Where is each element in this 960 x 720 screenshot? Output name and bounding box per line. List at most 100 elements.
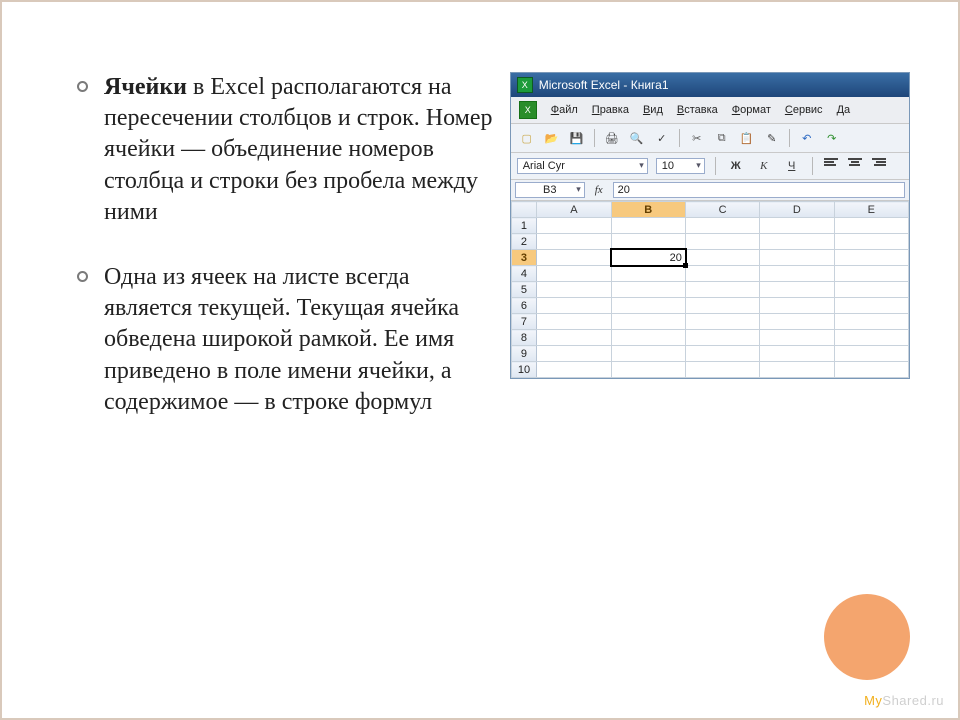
cell[interactable]: [760, 298, 834, 314]
cell[interactable]: [685, 218, 759, 234]
paste-icon[interactable]: 📋: [737, 128, 757, 148]
cell[interactable]: [834, 314, 908, 330]
cell[interactable]: [611, 362, 685, 378]
cell[interactable]: [760, 234, 834, 250]
formula-input[interactable]: 20: [613, 182, 905, 198]
fill-handle[interactable]: [683, 263, 688, 268]
copy-icon[interactable]: ⧉: [712, 128, 732, 148]
format-painter-icon[interactable]: ✎: [762, 128, 782, 148]
cell[interactable]: [537, 330, 611, 346]
excel-grid[interactable]: A B C D E 1 2 3 20: [511, 201, 909, 378]
col-header-E[interactable]: E: [834, 202, 908, 218]
cell[interactable]: [685, 266, 759, 282]
cell[interactable]: [611, 346, 685, 362]
cell[interactable]: [834, 218, 908, 234]
menu-file[interactable]: Файл: [551, 104, 578, 116]
align-left-icon[interactable]: [823, 156, 839, 176]
font-name-combo[interactable]: Arial Cyr: [517, 158, 648, 174]
cell[interactable]: [834, 330, 908, 346]
name-box[interactable]: B3: [515, 182, 585, 198]
spellcheck-icon[interactable]: ✓: [652, 128, 672, 148]
cell[interactable]: [611, 282, 685, 298]
cell[interactable]: [760, 314, 834, 330]
cell[interactable]: [611, 218, 685, 234]
cell[interactable]: [685, 346, 759, 362]
cell[interactable]: [760, 362, 834, 378]
cell[interactable]: [537, 282, 611, 298]
cell[interactable]: [760, 346, 834, 362]
cell[interactable]: [537, 234, 611, 250]
menu-insert[interactable]: Вставка: [677, 104, 718, 116]
cell[interactable]: [834, 346, 908, 362]
cell[interactable]: [685, 282, 759, 298]
cell[interactable]: [537, 250, 611, 266]
cell[interactable]: [611, 330, 685, 346]
row-header-5[interactable]: 5: [511, 282, 536, 298]
menu-format[interactable]: Формат: [732, 104, 771, 116]
cell[interactable]: [685, 330, 759, 346]
cell[interactable]: [760, 330, 834, 346]
row-header-7[interactable]: 7: [511, 314, 536, 330]
col-header-C[interactable]: C: [685, 202, 759, 218]
cell[interactable]: [834, 362, 908, 378]
open-file-icon[interactable]: 📂: [542, 128, 562, 148]
undo-icon[interactable]: ↶: [797, 128, 817, 148]
cell[interactable]: [685, 298, 759, 314]
cell[interactable]: [834, 234, 908, 250]
select-all-cell[interactable]: [511, 202, 536, 218]
fx-icon[interactable]: fx: [589, 184, 609, 196]
italic-icon[interactable]: К: [754, 156, 774, 176]
cell[interactable]: [834, 282, 908, 298]
cell[interactable]: [537, 346, 611, 362]
menu-edit[interactable]: Правка: [592, 104, 629, 116]
cell[interactable]: [760, 250, 834, 266]
new-file-icon[interactable]: ▢: [517, 128, 537, 148]
row-header-1[interactable]: 1: [511, 218, 536, 234]
cell[interactable]: [834, 266, 908, 282]
cut-icon[interactable]: ✂: [687, 128, 707, 148]
cell[interactable]: [685, 362, 759, 378]
align-right-icon[interactable]: [871, 156, 887, 176]
row-header-10[interactable]: 10: [511, 362, 536, 378]
cell[interactable]: [834, 298, 908, 314]
col-header-A[interactable]: A: [537, 202, 611, 218]
col-header-D[interactable]: D: [760, 202, 834, 218]
menu-data[interactable]: Да: [837, 104, 851, 116]
cell[interactable]: [611, 234, 685, 250]
cell[interactable]: [760, 282, 834, 298]
cell[interactable]: [611, 314, 685, 330]
align-center-icon[interactable]: [847, 156, 863, 176]
cell[interactable]: [537, 218, 611, 234]
redo-icon[interactable]: ↷: [822, 128, 842, 148]
excel-app-icon: X: [517, 77, 533, 93]
save-icon[interactable]: 💾: [567, 128, 587, 148]
cell[interactable]: [685, 250, 759, 266]
cell[interactable]: [537, 266, 611, 282]
print-preview-icon[interactable]: 🔍: [627, 128, 647, 148]
menu-view[interactable]: Вид: [643, 104, 663, 116]
cell[interactable]: [685, 314, 759, 330]
bold-icon[interactable]: Ж: [726, 156, 746, 176]
cell[interactable]: [537, 362, 611, 378]
selected-cell-B3[interactable]: 20: [611, 250, 685, 266]
row-header-9[interactable]: 9: [511, 346, 536, 362]
cell[interactable]: [537, 314, 611, 330]
col-header-B[interactable]: B: [611, 202, 685, 218]
font-size-combo[interactable]: 10: [656, 158, 705, 174]
row-header-8[interactable]: 8: [511, 330, 536, 346]
row-header-6[interactable]: 6: [511, 298, 536, 314]
row-7: 7: [511, 314, 908, 330]
menu-tools[interactable]: Сервис: [785, 104, 823, 116]
cell[interactable]: [685, 234, 759, 250]
underline-icon[interactable]: Ч: [782, 156, 802, 176]
print-icon[interactable]: 🖨: [602, 128, 622, 148]
cell[interactable]: [611, 298, 685, 314]
cell[interactable]: [537, 298, 611, 314]
cell[interactable]: [760, 266, 834, 282]
row-header-4[interactable]: 4: [511, 266, 536, 282]
cell[interactable]: [834, 250, 908, 266]
row-header-3[interactable]: 3: [511, 250, 536, 266]
row-header-2[interactable]: 2: [511, 234, 536, 250]
cell[interactable]: [611, 266, 685, 282]
cell[interactable]: [760, 218, 834, 234]
